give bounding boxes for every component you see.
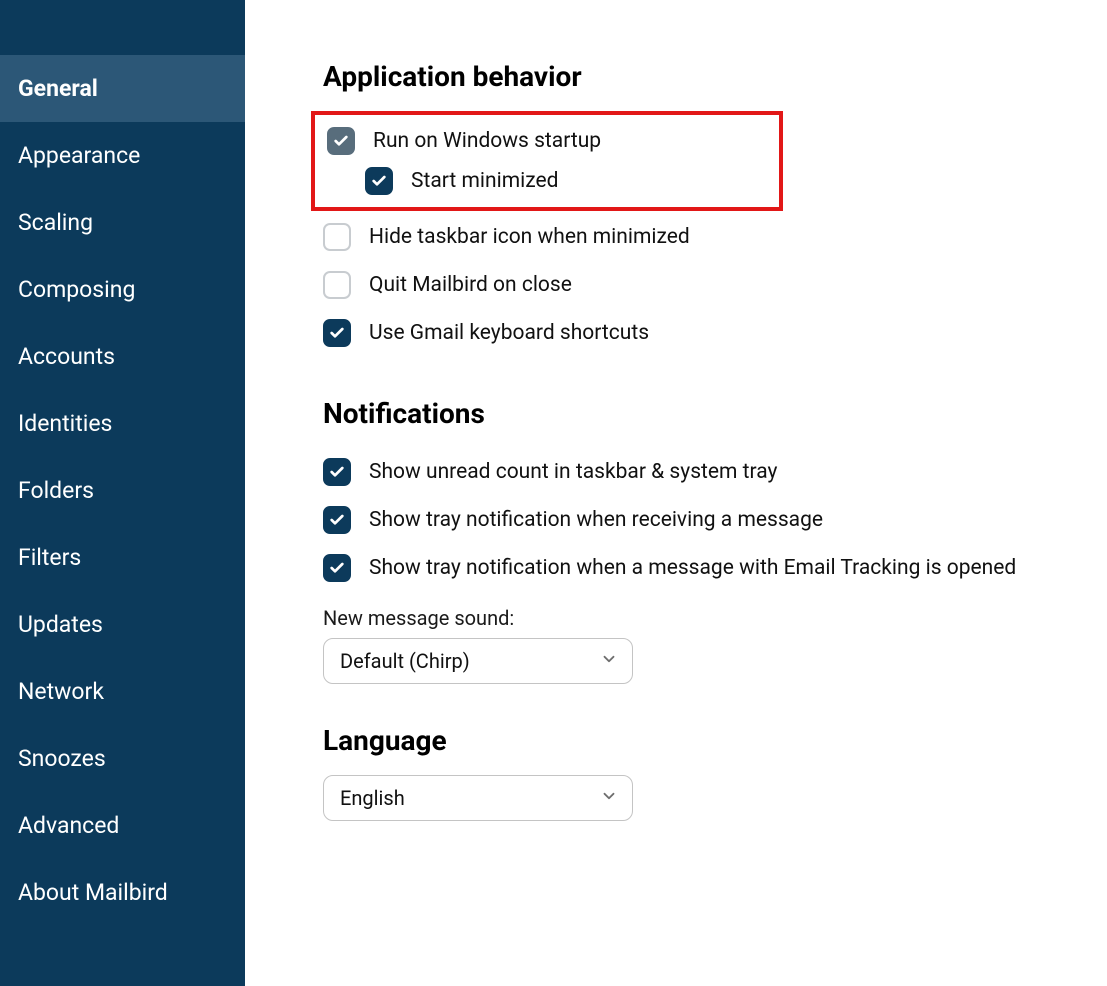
sidebar-item-label: Appearance <box>18 142 140 169</box>
section-heading-language: Language <box>323 724 1107 757</box>
checkbox-quit-on-close[interactable] <box>323 271 351 299</box>
sidebar-item-advanced[interactable]: Advanced <box>0 792 245 859</box>
sidebar-item-label: Filters <box>18 544 81 571</box>
check-icon <box>329 512 345 528</box>
check-icon <box>329 464 345 480</box>
section-heading-notifications: Notifications <box>323 397 1107 430</box>
sidebar-item-label: Network <box>18 678 104 705</box>
language-select[interactable]: English <box>323 775 633 821</box>
sidebar-item-network[interactable]: Network <box>0 658 245 725</box>
checkbox-label: Run on Windows startup <box>373 129 601 153</box>
sidebar-item-updates[interactable]: Updates <box>0 591 245 658</box>
checkbox-label: Show tray notification when receiving a … <box>369 508 823 532</box>
highlight-annotation: Run on Windows startup Start minimized <box>311 111 783 211</box>
sidebar-item-label: Accounts <box>18 343 115 370</box>
checkbox-label: Show unread count in taskbar & system tr… <box>369 460 777 484</box>
check-icon <box>329 325 345 341</box>
settings-sidebar: General Appearance Scaling Composing Acc… <box>0 0 245 986</box>
checkbox-label: Quit Mailbird on close <box>369 273 572 297</box>
sidebar-item-label: Folders <box>18 477 94 504</box>
sidebar-item-composing[interactable]: Composing <box>0 256 245 323</box>
sidebar-item-label: Composing <box>18 276 135 303</box>
sidebar-item-filters[interactable]: Filters <box>0 524 245 591</box>
check-icon <box>329 560 345 576</box>
sidebar-item-scaling[interactable]: Scaling <box>0 189 245 256</box>
chevron-down-icon <box>600 786 618 810</box>
checkbox-unread-count[interactable] <box>323 458 351 486</box>
checkbox-label: Show tray notification when a message wi… <box>369 556 1016 580</box>
new-message-sound-label: New message sound: <box>323 606 1107 630</box>
check-icon <box>371 173 387 189</box>
checkbox-hide-taskbar-icon[interactable] <box>323 223 351 251</box>
checkbox-tray-on-tracking[interactable] <box>323 554 351 582</box>
sidebar-item-label: Updates <box>18 611 103 638</box>
chevron-down-icon <box>600 649 618 673</box>
checkbox-label: Hide taskbar icon when minimized <box>369 225 690 249</box>
checkbox-label: Use Gmail keyboard shortcuts <box>369 321 649 345</box>
new-message-sound-select[interactable]: Default (Chirp) <box>323 638 633 684</box>
sidebar-item-folders[interactable]: Folders <box>0 457 245 524</box>
sidebar-item-label: Identities <box>18 410 112 437</box>
sidebar-item-general[interactable]: General <box>0 55 245 122</box>
sidebar-item-snoozes[interactable]: Snoozes <box>0 725 245 792</box>
settings-content: Application behavior Run on Windows star… <box>245 0 1107 986</box>
sidebar-item-label: About Mailbird <box>18 879 168 906</box>
sidebar-item-label: Scaling <box>18 209 93 236</box>
check-icon <box>333 133 349 149</box>
sidebar-item-label: Advanced <box>18 812 119 839</box>
select-value: English <box>340 786 405 810</box>
select-value: Default (Chirp) <box>340 649 470 673</box>
checkbox-start-minimized[interactable] <box>365 167 393 195</box>
section-heading-app-behavior: Application behavior <box>323 60 1107 93</box>
checkbox-run-on-startup[interactable] <box>327 127 355 155</box>
sidebar-item-label: General <box>18 75 98 102</box>
sidebar-item-label: Snoozes <box>18 745 106 772</box>
sidebar-item-identities[interactable]: Identities <box>0 390 245 457</box>
sidebar-item-accounts[interactable]: Accounts <box>0 323 245 390</box>
checkbox-tray-on-receive[interactable] <box>323 506 351 534</box>
checkbox-label: Start minimized <box>411 169 558 193</box>
checkbox-gmail-shortcuts[interactable] <box>323 319 351 347</box>
sidebar-item-about[interactable]: About Mailbird <box>0 859 245 926</box>
sidebar-item-appearance[interactable]: Appearance <box>0 122 245 189</box>
